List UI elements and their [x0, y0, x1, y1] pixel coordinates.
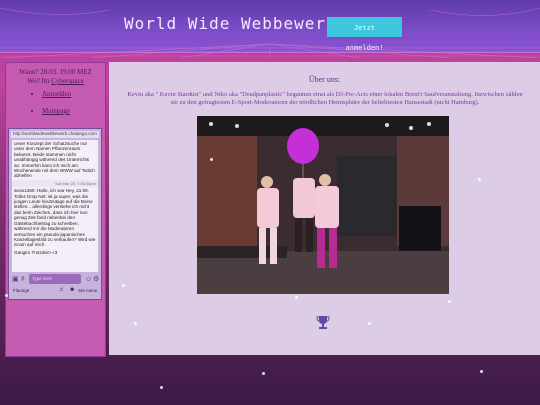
- chat-message: unser Konzept der Schatzsuche nur unter …: [14, 141, 95, 179]
- volume-icon[interactable]: ♬: [59, 287, 65, 293]
- chat-message-meta: Sat Mar 28, 7:06:05pm: [12, 179, 98, 188]
- settings-icon[interactable]: ⚙: [93, 275, 99, 283]
- event-info: Wann? 28.03. 19.00 MEZ Wo? Im Cyberspace: [6, 68, 105, 86]
- about-text: Kevin aka " Kevin Stardust" und Niko aka…: [127, 91, 523, 106]
- event-when: Wann? 28.03. 19.00 MEZ: [19, 68, 92, 76]
- hash-icon[interactable]: #: [21, 275, 25, 283]
- star-decoration: [160, 386, 163, 389]
- chat-input[interactable]: Type here: [29, 274, 81, 284]
- star-decoration: [448, 300, 451, 303]
- event-where-prefix: Wo? Im: [27, 77, 52, 85]
- sidebar-item-anmelden: Anmelden: [42, 90, 71, 98]
- anmelden-link[interactable]: Anmelden: [42, 90, 71, 98]
- band-photo-illustration: [197, 116, 449, 294]
- main-content: Über uns: Kevin aka " Kevin Stardust" un…: [109, 62, 540, 355]
- chat-messages[interactable]: unser Konzept der Schatzsuche nur unter …: [12, 140, 98, 272]
- chat-footer-left[interactable]: Flaunge: [13, 288, 29, 293]
- trophy-logo-icon: [316, 316, 330, 329]
- star-decoration: [295, 296, 298, 299]
- login-button[interactable]: Jetzt anmelden!: [327, 17, 402, 52]
- star-decoration: [262, 372, 265, 375]
- set-name-link[interactable]: Set name: [78, 288, 97, 293]
- sidebar-nav: Anmelden Mainpage: [30, 90, 71, 124]
- star-decoration: [478, 178, 481, 181]
- chat-message: anon1360: Hallo, ich war Hey, 21:06. Tol…: [14, 188, 96, 248]
- camera-icon[interactable]: ▣: [12, 275, 19, 283]
- star-decoration: [368, 322, 371, 325]
- site-title: World Wide Webbewerb: [124, 14, 337, 33]
- page-title: Über uns:: [308, 75, 341, 84]
- sidebar-item-mainpage: Mainpage: [42, 107, 71, 115]
- star-decoration: [122, 284, 125, 287]
- chat-footer: Flaunge ♬ ☻ Set name: [11, 287, 99, 296]
- star-decoration: [210, 158, 213, 161]
- chat-message: Gangiro Trotzdem <3: [14, 249, 58, 255]
- cyberspace-link[interactable]: Cyberspace: [51, 77, 84, 85]
- star-decoration: [134, 322, 137, 325]
- emoji-icon[interactable]: ☺: [85, 275, 92, 283]
- chat-widget: http://worldwidewebbewerb.chatango.com u…: [8, 128, 102, 300]
- person-icon[interactable]: ☻: [69, 287, 75, 293]
- event-where: Wo? Im Cyberspace: [6, 77, 105, 86]
- mainpage-link[interactable]: Mainpage: [42, 107, 70, 115]
- star-decoration: [480, 370, 483, 373]
- star-decoration: [5, 294, 8, 297]
- header-banner: World Wide Webbewerb Jetzt anmelden!: [0, 0, 540, 58]
- chat-input-row: ▣ # Type here ☺ ⚙: [11, 274, 99, 285]
- band-photo: [197, 116, 449, 294]
- chat-url[interactable]: http://worldwidewebbewerb.chatango.com: [11, 131, 99, 138]
